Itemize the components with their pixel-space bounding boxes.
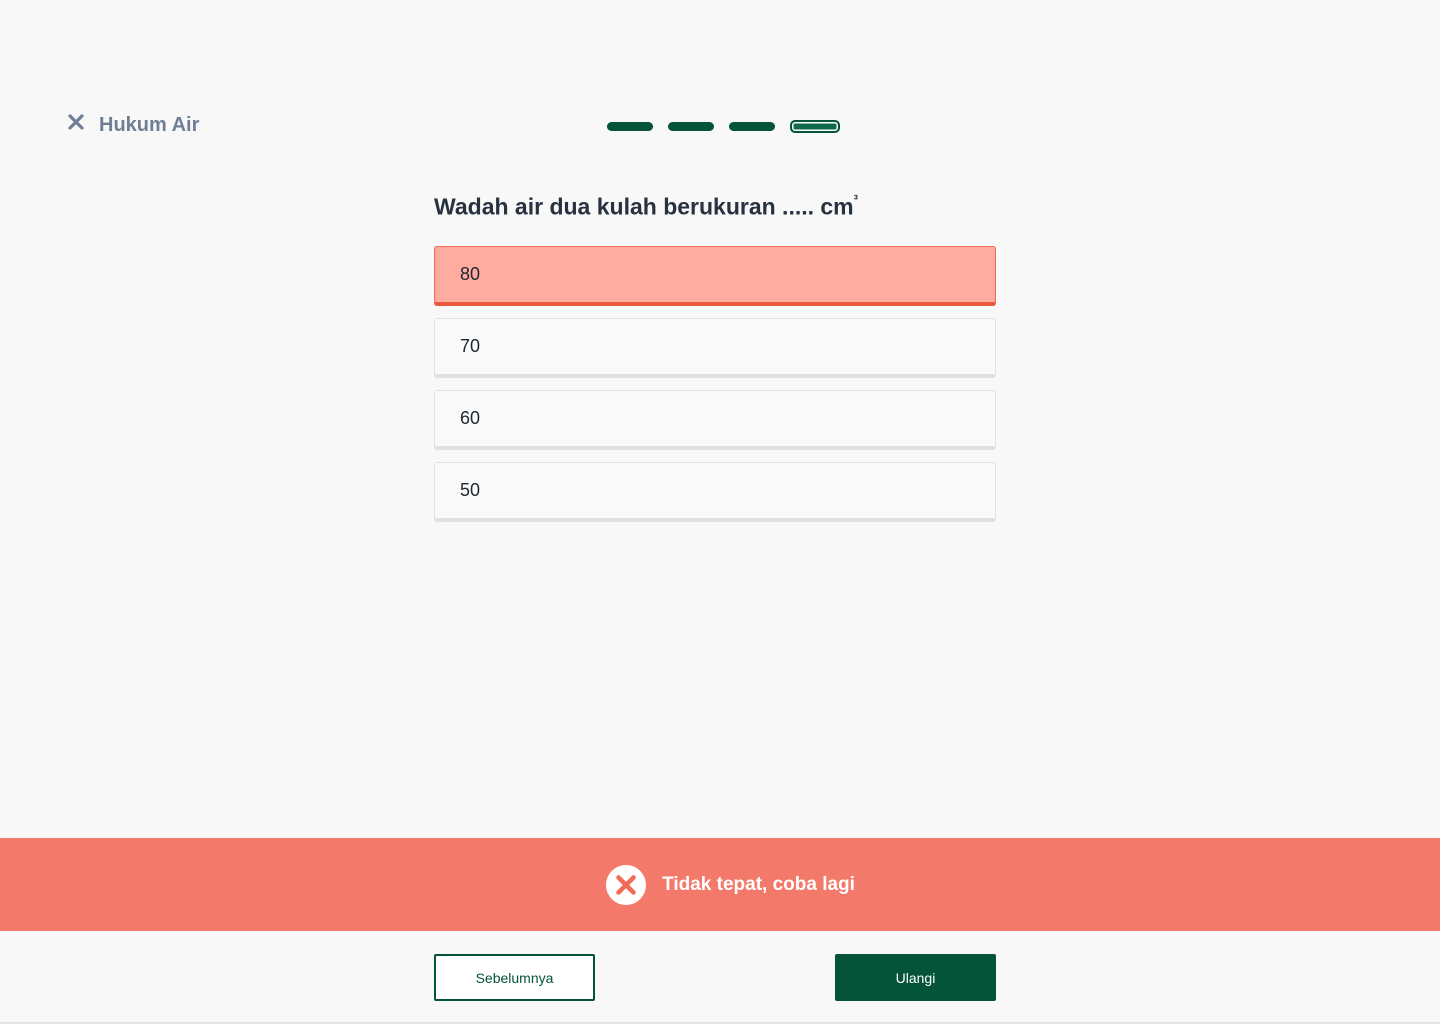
- footer-bar: Sebelumnya Ulangi: [0, 931, 1440, 1024]
- answer-options: 80 70 60 50: [434, 246, 996, 534]
- lesson-title: Hukum Air: [99, 114, 200, 136]
- progress-step-3: [729, 122, 775, 131]
- x-circle-icon: [605, 864, 647, 906]
- feedback-banner: Tidak tepat, coba lagi: [0, 838, 1440, 931]
- question-text: Wadah air dua kulah berukuran ..... cm³: [434, 186, 1034, 223]
- retry-button[interactable]: Ulangi: [835, 954, 996, 1001]
- progress-step-2: [668, 122, 714, 131]
- progress-step-1: [607, 122, 653, 131]
- quiz-page: Hukum Air Wadah air dua kulah berukuran …: [0, 0, 1440, 1024]
- answer-option-label: 80: [460, 264, 481, 284]
- answer-option-label: 50: [460, 480, 481, 500]
- progress-step-4: [790, 120, 840, 133]
- question-superscript: ³: [853, 192, 858, 207]
- answer-option-label: 70: [460, 336, 481, 356]
- answer-option-label: 60: [460, 408, 481, 428]
- feedback-message: Tidak tepat, coba lagi: [662, 873, 855, 895]
- close-button[interactable]: [66, 112, 86, 132]
- previous-button[interactable]: Sebelumnya: [434, 954, 595, 1001]
- close-icon: [68, 114, 84, 130]
- answer-option-2[interactable]: 70: [434, 318, 996, 378]
- answer-option-1[interactable]: 80: [434, 246, 996, 306]
- feedback-content: Tidak tepat, coba lagi: [605, 864, 855, 906]
- progress-indicator: [607, 120, 840, 133]
- question-body: Wadah air dua kulah berukuran ..... cm: [434, 193, 854, 220]
- answer-option-3[interactable]: 60: [434, 390, 996, 450]
- answer-option-4[interactable]: 50: [434, 462, 996, 522]
